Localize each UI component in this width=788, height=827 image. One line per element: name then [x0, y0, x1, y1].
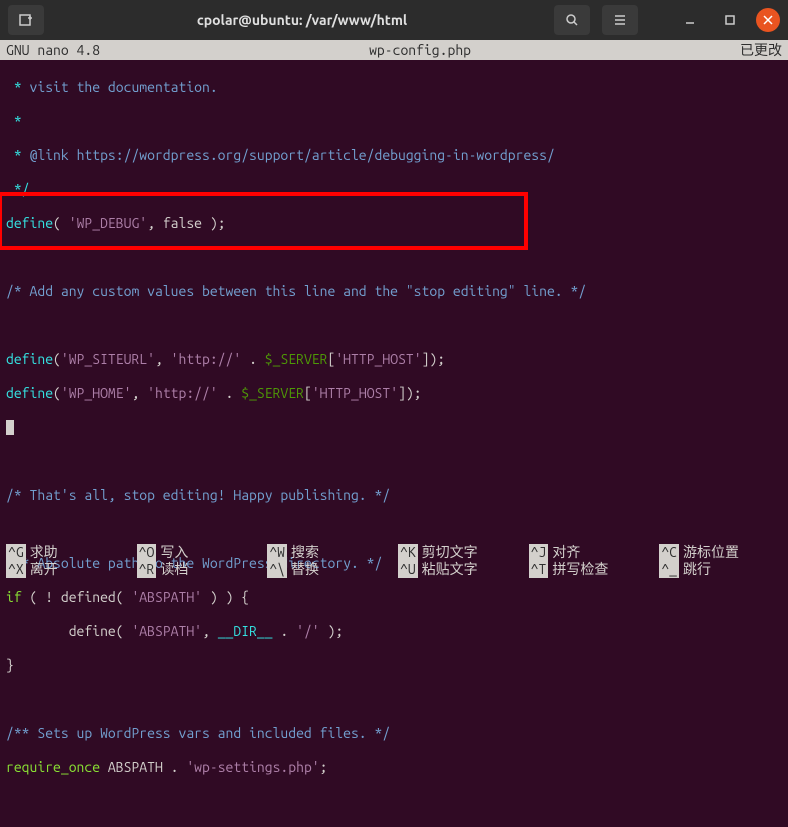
shortcut-cut: ^K剪切文字 [398, 544, 521, 561]
window-title: cpolar@ubuntu: /var/www/html [50, 12, 554, 28]
shortcut-readfile: ^R读档 [137, 561, 260, 578]
nano-statusbar: GNU nano 4.8 wp-config.php 已更改 [0, 40, 788, 60]
menu-button[interactable] [602, 5, 638, 35]
shortcut-help: ^G求助 [6, 544, 129, 561]
shortcut-writeout: ^O写入 [137, 544, 260, 561]
nano-shortcuts: ^G求助 ^O写入 ^W搜索 ^K剪切文字 ^J对齐 ^C游标位置 ^X离开 ^… [0, 544, 788, 580]
shortcut-paste: ^U粘贴文字 [398, 561, 521, 578]
editor-area[interactable]: * visit the documentation. * * @link htt… [0, 60, 788, 827]
shortcut-spell: ^T拼写检查 [529, 561, 652, 578]
shortcut-search: ^W搜索 [267, 544, 390, 561]
modified-indicator: 已更改 [740, 40, 782, 60]
shortcut-goto: ^_跳行 [659, 561, 782, 578]
window-titlebar: cpolar@ubuntu: /var/www/html [0, 0, 788, 40]
filename: wp-config.php [100, 42, 740, 58]
shortcut-replace: ^\替换 [267, 561, 390, 578]
minimize-button[interactable] [676, 5, 704, 35]
shortcut-curpos: ^C游标位置 [659, 544, 782, 561]
shortcut-justify: ^J对齐 [529, 544, 652, 561]
shortcut-exit: ^X离开 [6, 561, 129, 578]
text-cursor [6, 420, 14, 435]
maximize-button[interactable] [716, 5, 744, 35]
close-button[interactable] [756, 8, 780, 32]
app-name: GNU nano 4.8 [6, 42, 100, 58]
new-tab-button[interactable] [8, 5, 44, 35]
search-button[interactable] [554, 5, 590, 35]
